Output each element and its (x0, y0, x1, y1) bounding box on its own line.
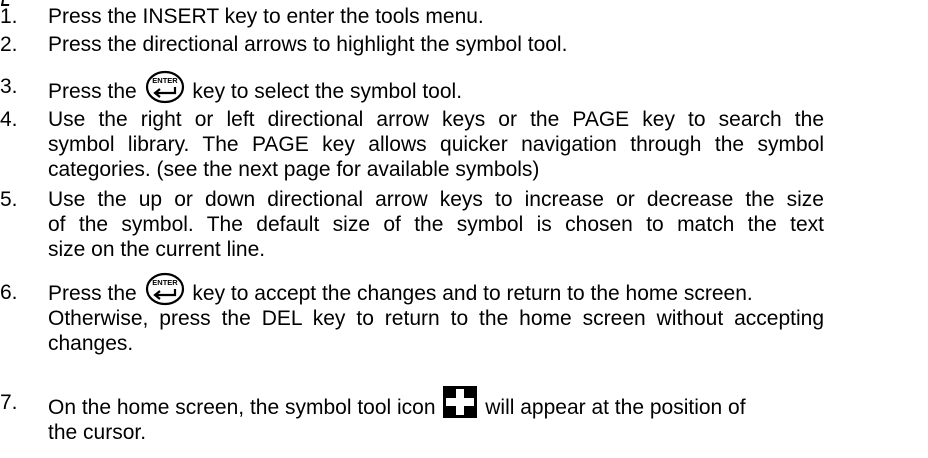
step-text-line: the cursor. (48, 421, 147, 444)
step-number: 4. (0, 108, 18, 131)
enter-key-icon: ENTER (145, 70, 185, 104)
enter-key-icon: ENTER (145, 272, 185, 306)
step-number: 2. (0, 33, 18, 56)
step-text-line: of the symbol. The default size of the s… (48, 213, 824, 236)
step-text-after: key to accept the changes and to return … (192, 282, 753, 305)
step-text-before: On the home screen, the symbol tool icon (48, 396, 436, 419)
step-number: 3. (0, 75, 18, 98)
step-text-line: Use the right or left directional arrow … (48, 108, 824, 131)
step-text-line: symbol library. The PAGE key allows quic… (48, 133, 824, 156)
step-text-after: key to select the symbol tool. (192, 80, 463, 103)
step-number: 6. (0, 281, 18, 304)
enter-key-label: ENTER (152, 76, 178, 85)
step-text-line: changes. (48, 332, 134, 355)
step-text-line: Otherwise, press the DEL key to return t… (48, 307, 824, 330)
manual-page: 1. Press the INSERT key to enter the too… (0, 0, 928, 458)
step-number: 1. (0, 5, 18, 28)
step-text-line: categories. (see the next page for avail… (48, 158, 540, 181)
enter-key-label: ENTER (152, 278, 178, 287)
symbol-tool-icon (443, 386, 478, 418)
step-number: 7. (0, 391, 18, 414)
step-text: Press the directional arrows to highligh… (48, 33, 568, 56)
step-number: 5. (0, 188, 18, 211)
step-text-line: size on the current line. (48, 238, 266, 261)
step-text-after: will appear at the position of (485, 396, 746, 419)
step-text-before: Press the (48, 282, 137, 305)
step-text-line: Use the up or down directional arrow key… (48, 188, 824, 211)
step-text-before: Press the (48, 80, 137, 103)
step-text: Press the INSERT key to enter the tools … (48, 5, 484, 28)
